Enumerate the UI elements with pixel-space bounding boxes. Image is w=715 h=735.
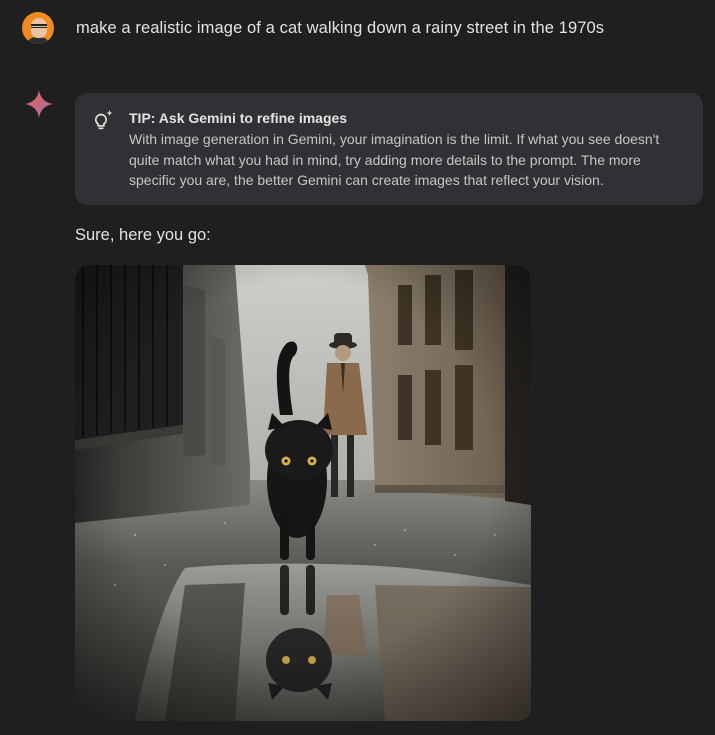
- tip-body: With image generation in Gemini, your im…: [129, 131, 660, 188]
- generated-image[interactable]: [75, 265, 531, 721]
- tip-card: TIP: Ask Gemini to refine images With im…: [75, 93, 703, 205]
- chat-page: make a realistic image of a cat walking …: [0, 0, 715, 735]
- tip-title: TIP: Ask Gemini to refine images: [129, 110, 348, 126]
- user-prompt-row: make a realistic image of a cat walking …: [22, 12, 604, 44]
- gemini-sparkle-icon: [25, 90, 53, 118]
- response-text: Sure, here you go:: [75, 226, 211, 244]
- user-avatar[interactable]: [22, 12, 54, 44]
- lightbulb-sparkle-icon: [95, 110, 113, 130]
- user-prompt-text: make a realistic image of a cat walking …: [76, 18, 605, 37]
